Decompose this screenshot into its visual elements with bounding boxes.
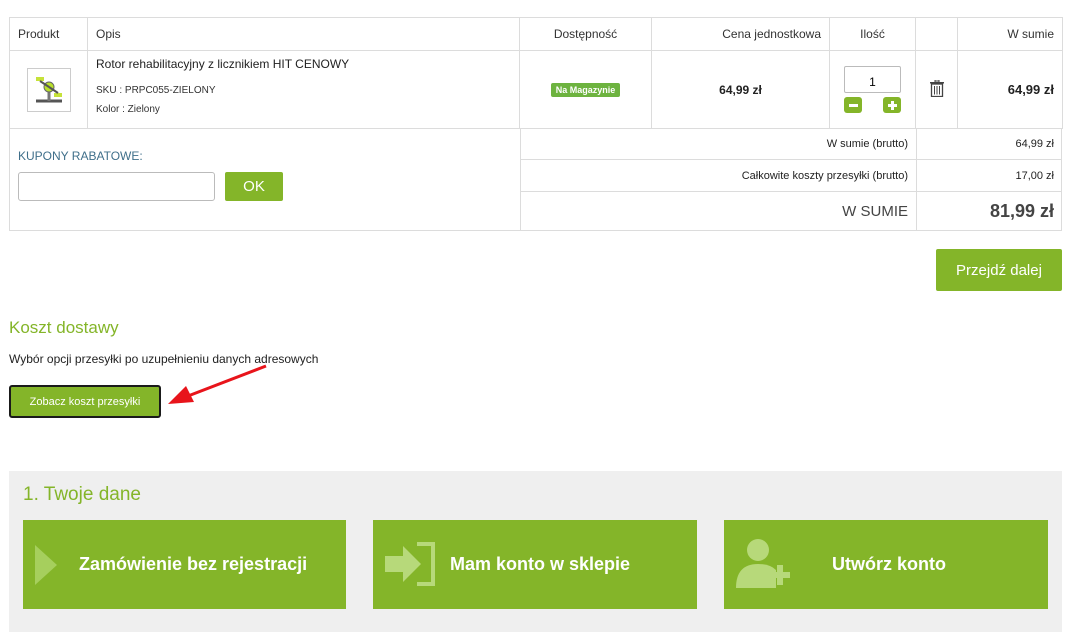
unit-price: 64,99 zł bbox=[651, 50, 830, 129]
quantity-input[interactable] bbox=[844, 66, 901, 93]
shipping-label: Całkowite koszty przesyłki (brutto) bbox=[521, 160, 917, 191]
guest-checkout-option[interactable]: Zamówienie bez rejestracji bbox=[23, 520, 346, 609]
product-description-cell: Rotor rehabilitacyjny z licznikiem HIT C… bbox=[87, 50, 520, 129]
product-thumbnail[interactable] bbox=[26, 67, 71, 112]
minus-icon bbox=[848, 103, 858, 107]
shipping-cost-title: Koszt dostawy bbox=[9, 318, 119, 337]
summary-row-brutto: W sumie (brutto) 64,99 zł bbox=[521, 128, 1062, 160]
guest-checkout-label: Zamówienie bez rejestracji bbox=[79, 554, 308, 574]
coupon-ok-button[interactable]: OK bbox=[225, 172, 283, 201]
summary-row-shipping: Całkowite koszty przesyłki (brutto) 17,0… bbox=[521, 160, 1062, 192]
header-product: Produkt bbox=[9, 17, 88, 51]
proceed-button[interactable]: Przejdź dalej bbox=[936, 249, 1062, 291]
line-total: 64,99 zł bbox=[957, 50, 1063, 129]
grand-total-label: W SUMIE bbox=[521, 192, 917, 230]
increase-quantity-button[interactable] bbox=[883, 97, 901, 113]
red-arrow-annotation bbox=[168, 364, 267, 404]
login-label: Mam konto w sklepie bbox=[450, 554, 631, 574]
add-user-icon bbox=[736, 539, 790, 588]
plus-icon bbox=[887, 100, 897, 110]
login-option[interactable]: Mam konto w sklepie bbox=[373, 520, 697, 609]
summary-row-grand-total: W SUMIE 81,99 zł bbox=[521, 192, 1062, 230]
chevron-right-icon bbox=[35, 545, 57, 585]
shipping-value: 17,00 zł bbox=[1015, 169, 1054, 182]
customer-data-section: 1. Twoje dane Zamówienie bez rejestracji… bbox=[9, 471, 1062, 632]
product-sku: SKU : PRPC055-ZIELONY bbox=[96, 84, 216, 96]
header-unit-price: Cena jednostkowa bbox=[651, 17, 830, 51]
product-image-cell bbox=[9, 50, 88, 129]
coupon-label: KUPONY RABATOWE: bbox=[18, 149, 143, 163]
product-name[interactable]: Rotor rehabilitacyjny z licznikiem HIT C… bbox=[96, 57, 519, 71]
grand-total-value: 81,99 zł bbox=[989, 200, 1054, 221]
brutto-value: 64,99 zł bbox=[1015, 137, 1054, 150]
trash-icon[interactable] bbox=[929, 79, 944, 97]
table-row: Rotor rehabilitacyjny z licznikiem HIT C… bbox=[9, 50, 1063, 129]
cart-table: Produkt Opis Dostępność Cena jednostkowa… bbox=[9, 17, 1063, 129]
decrease-quantity-button[interactable] bbox=[844, 97, 862, 113]
header-remove bbox=[915, 17, 958, 51]
create-account-option[interactable]: Utwórz konto bbox=[724, 520, 1048, 609]
availability-cell: Na Magazynie bbox=[519, 50, 652, 129]
create-account-label: Utwórz konto bbox=[832, 554, 946, 574]
availability-badge: Na Magazynie bbox=[550, 83, 621, 97]
header-total: W sumie bbox=[957, 17, 1063, 51]
shipping-cost-description: Wybór opcji przesyłki po uzupełnieniu da… bbox=[9, 352, 319, 366]
cart-header-row: Produkt Opis Dostępność Cena jednostkowa… bbox=[9, 17, 1063, 51]
customer-section-title: 1. Twoje dane bbox=[23, 484, 141, 505]
brutto-label: W sumie (brutto) bbox=[521, 128, 917, 159]
remove-cell bbox=[915, 50, 958, 129]
rotor-product-image bbox=[35, 76, 62, 102]
sign-in-icon bbox=[385, 542, 435, 586]
product-color: Kolor : Zielony bbox=[96, 103, 160, 115]
coupon-input[interactable] bbox=[18, 172, 215, 201]
coupon-section: KUPONY RABATOWE: OK bbox=[10, 128, 521, 230]
quantity-stepper bbox=[844, 97, 901, 113]
see-shipping-cost-button[interactable]: Zobacz koszt przesyłki bbox=[9, 385, 161, 418]
cart-summary: KUPONY RABATOWE: OK W sumie (brutto) 64,… bbox=[9, 128, 1062, 231]
header-description: Opis bbox=[87, 17, 520, 51]
quantity-cell bbox=[829, 50, 916, 129]
header-availability: Dostępność bbox=[519, 17, 652, 51]
header-quantity: Ilość bbox=[829, 17, 916, 51]
